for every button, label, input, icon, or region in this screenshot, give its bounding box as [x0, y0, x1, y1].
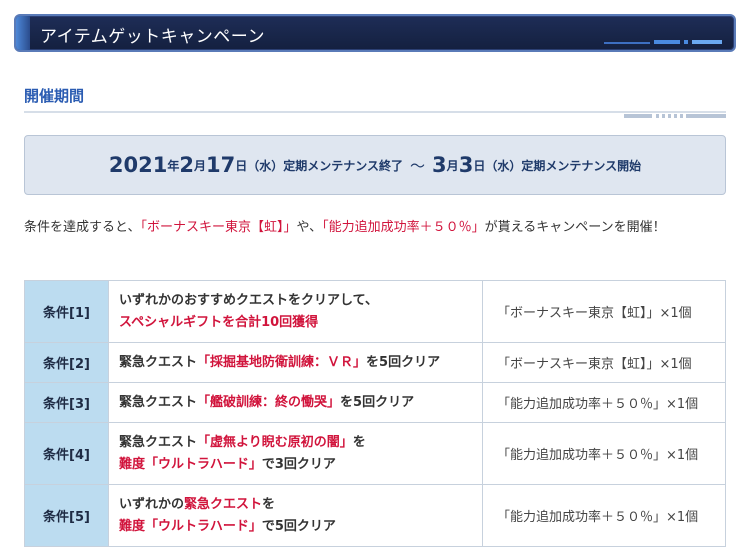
period-day-suffix: 日	[235, 158, 248, 173]
condition-label: 条件[4]	[24, 422, 109, 485]
condition-highlight: 「採掘基地防衛訓練：ＶＲ」	[197, 354, 367, 370]
table-row: 条件[4] 緊急クエスト「虚無より睨む原初の闇」を 難度「ウルトラハード」で3回…	[24, 422, 726, 485]
table-row: 条件[2] 緊急クエスト「採掘基地防衛訓練：ＶＲ」を5回クリア 「ボーナスキー東…	[24, 342, 726, 383]
condition-text: で3回クリア	[261, 456, 336, 472]
campaign-intro: 条件を達成すると、「ボーナスキー東京【虹】」や、「能力追加成功率＋５０％」が貰え…	[24, 216, 726, 240]
condition-reward: 「能力追加成功率＋５０％」×1個	[482, 484, 726, 547]
campaign-banner: アイテムゲットキャンペーン	[14, 14, 736, 52]
table-row: 条件[3] 緊急クエスト「艦破訓練：終の慟哭」を5回クリア 「能力追加成功率＋５…	[24, 382, 726, 423]
condition-highlight: スペシャルギフトを合計10回獲得	[119, 314, 319, 330]
banner-title: アイテムゲットキャンペーン	[40, 27, 265, 47]
period-end-weekday: （水）	[485, 158, 522, 173]
condition-text: を	[352, 434, 366, 450]
condition-text: を5回クリア	[340, 394, 415, 410]
period-start-year: 2021	[108, 153, 168, 177]
intro-item-bonus-key: 「ボーナスキー東京【虹】」	[140, 220, 297, 235]
condition-description: いずれかのおすすめクエストをクリアして、 スペシャルギフトを合計10回獲得	[108, 280, 483, 343]
condition-text: を	[262, 496, 276, 512]
condition-text: 緊急クエスト	[119, 354, 198, 370]
condition-description: いずれかの緊急クエストを 難度「ウルトラハード」で5回クリア	[108, 484, 483, 547]
period-start-weekday: （水）	[247, 158, 284, 173]
condition-highlight: 緊急クエスト	[184, 496, 263, 512]
conditions-table: 条件[1] いずれかのおすすめクエストをクリアして、 スペシャルギフトを合計10…	[24, 280, 726, 547]
period-end-month: 3	[432, 153, 447, 177]
event-period-box: 2021 年 2 月 17 日（水） 定期メンテナンス終了～ 3 月 3 日（水） 定期メンテナンス開…	[24, 135, 726, 195]
condition-label: 条件[2]	[24, 342, 109, 383]
condition-highlight: 難度「ウルトラハード」	[119, 518, 262, 534]
condition-text: で5回クリア	[261, 518, 336, 534]
condition-text: いずれかの	[119, 496, 185, 512]
intro-text-3: が貰えるキャンペーンを開催！	[484, 220, 666, 235]
period-end-day-suffix: 日	[473, 158, 486, 173]
condition-text: 緊急クエスト	[119, 394, 198, 410]
period-end-month-suffix: 月	[446, 158, 459, 173]
period-tilde: ～	[410, 156, 426, 175]
period-month-suffix: 月	[193, 158, 206, 173]
table-row: 条件[5] いずれかの緊急クエストを 難度「ウルトラハード」で5回クリア 「能力…	[24, 484, 726, 547]
period-start-month: 2	[179, 153, 194, 177]
heading-divider	[24, 111, 726, 118]
section-heading-period: 開催期間	[24, 87, 85, 105]
intro-text-2: や、	[296, 220, 323, 235]
table-row: 条件[1] いずれかのおすすめクエストをクリアして、 スペシャルギフトを合計10…	[24, 280, 726, 343]
intro-item-ability-rate: 「能力追加成功率＋５０％」	[322, 220, 485, 235]
condition-reward: 「能力追加成功率＋５０％」×1個	[482, 382, 726, 423]
condition-label: 条件[3]	[24, 382, 109, 423]
intro-text-1: 条件を達成すると、	[24, 220, 141, 235]
condition-highlight: 「虚無より睨む原初の闇」	[197, 434, 353, 450]
condition-highlight: 「艦破訓練：終の慟哭」	[197, 394, 341, 410]
condition-text: いずれかのおすすめクエストをクリアして、	[119, 292, 378, 308]
condition-description: 緊急クエスト「艦破訓練：終の慟哭」を5回クリア	[108, 382, 483, 423]
condition-reward: 「ボーナスキー東京【虹】」×1個	[482, 280, 726, 343]
condition-reward: 「能力追加成功率＋５０％」×1個	[482, 422, 726, 485]
period-start-event: 定期メンテナンス終了	[283, 158, 404, 173]
period-year-suffix: 年	[167, 158, 180, 173]
period-end-event: 定期メンテナンス開始	[521, 158, 642, 173]
condition-description: 緊急クエスト「採掘基地防衛訓練：ＶＲ」を5回クリア	[108, 342, 483, 383]
condition-label: 条件[5]	[24, 484, 109, 547]
condition-text: を5回クリア	[366, 354, 441, 370]
banner-accent	[16, 16, 30, 50]
condition-description: 緊急クエスト「虚無より睨む原初の闇」を 難度「ウルトラハード」で3回クリア	[108, 422, 483, 485]
period-end-day: 3	[458, 153, 474, 177]
condition-label: 条件[1]	[24, 280, 109, 343]
condition-text: 緊急クエスト	[119, 434, 198, 450]
period-start-day: 17	[206, 153, 236, 177]
condition-highlight: 難度「ウルトラハード」	[119, 456, 262, 472]
banner-decoration-icon	[604, 40, 722, 44]
condition-reward: 「ボーナスキー東京【虹】」×1個	[482, 342, 726, 383]
